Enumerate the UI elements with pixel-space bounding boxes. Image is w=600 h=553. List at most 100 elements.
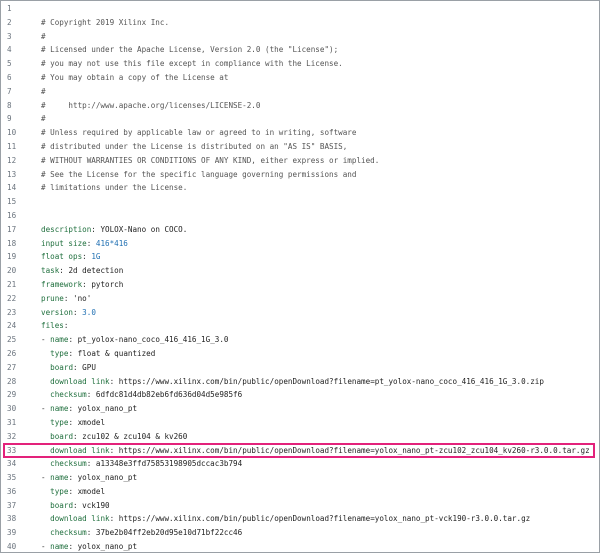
line-content: board: GPU — [41, 361, 96, 375]
code-token: 3.0 — [82, 307, 96, 317]
code-token: name — [50, 473, 69, 483]
line-content: framework: pytorch — [41, 278, 123, 292]
code-token: : — [73, 431, 83, 441]
line-content: checksum: a13348e3ffd75853198905dccac3b7… — [41, 457, 242, 471]
line-content: # — [41, 112, 46, 126]
line-content: type: xmodel — [41, 485, 105, 499]
code-token: : — [109, 376, 119, 386]
code-line: 10 # Unless required by applicable law or… — [1, 126, 599, 140]
line-number: 27 — [7, 362, 17, 372]
line-number: 38 — [7, 514, 17, 524]
code-line: 34 checksum: a13348e3ffd75853198905dccac… — [1, 457, 599, 471]
line-number: 10 — [7, 128, 17, 138]
code-line: 32 board: zcu102 & zcu104 & kv260 — [1, 430, 599, 444]
line-content: # Copyright 2019 Xilinx Inc. — [41, 16, 169, 30]
code-token: # you may not use this file except in co… — [41, 59, 343, 69]
line-content: type: xmodel — [41, 416, 105, 430]
line-content: files: — [41, 319, 68, 333]
line-number: 39 — [7, 528, 17, 538]
line-content: # Unless required by applicable law or a… — [41, 126, 356, 140]
line-content: # http://www.apache.org/licenses/LICENSE… — [41, 99, 260, 113]
code-token: 6dfdc81d4db82eb6fd636d04d5e985f6 — [95, 390, 243, 400]
code-token: : — [86, 528, 96, 538]
line-content: type: float & quantized — [41, 347, 155, 361]
code-token: # Unless required by applicable law or a… — [41, 128, 357, 138]
code-token: - — [41, 542, 51, 552]
code-line: 27 board: GPU — [1, 361, 599, 375]
line-content: # — [41, 30, 46, 44]
code-token: yolox_nano_pt — [77, 473, 138, 483]
line-content: # WITHOUT WARRANTIES OR CONDITIONS OF AN… — [41, 154, 379, 168]
line-content: download link: https://www.xilinx.com/bi… — [41, 375, 544, 389]
code-token: # WITHOUT WARRANTIES OR CONDITIONS OF AN… — [41, 155, 380, 165]
code-line: 3 # — [1, 30, 599, 44]
code-line: 39 checksum: 37be2b04ff2eb20d95e10d71bf2… — [1, 526, 599, 540]
line-content: download link: https://www.xilinx.com/bi… — [41, 512, 530, 526]
code-line: 20 task: 2d detection — [1, 264, 599, 278]
code-line: 9 # — [1, 112, 599, 126]
line-number: 32 — [7, 431, 17, 441]
code-line: 11 # distributed under the License is dis… — [1, 140, 599, 154]
code-token: : — [63, 321, 69, 331]
line-content: # Licensed under the Apache License, Ver… — [41, 43, 338, 57]
line-content: # You may obtain a copy of the License a… — [41, 71, 228, 85]
code-token: : — [73, 307, 83, 317]
line-content: prune: 'no' — [41, 292, 91, 306]
line-content: # you may not use this file except in co… — [41, 57, 343, 71]
code-token: 37be2b04ff2eb20d95e10d71bf22cc46 — [95, 528, 243, 538]
code-token: # Copyright 2019 Xilinx Inc. — [41, 17, 170, 27]
code-token: xmodel — [77, 486, 106, 496]
code-token: : — [68, 473, 78, 483]
code-line: 29 checksum: 6dfdc81d4db82eb6fd636d04d5e… — [1, 388, 599, 402]
code-line: 15 — [1, 195, 599, 209]
line-content: input size: 416*416 — [41, 237, 128, 251]
code-token: : — [68, 404, 78, 414]
code-token: https://www.xilinx.com/bin/public/openDo… — [118, 514, 531, 524]
code-token: - — [41, 473, 51, 483]
code-line: 8 # http://www.apache.org/licenses/LICENS… — [1, 99, 599, 113]
code-token: type — [50, 486, 69, 496]
code-token: zcu102 & zcu104 & kv260 — [82, 431, 188, 441]
line-number: 29 — [7, 390, 17, 400]
code-token: # — [41, 86, 46, 96]
line-number: 6 — [7, 72, 12, 82]
code-token: : — [82, 279, 92, 289]
line-content: task: 2d detection — [41, 264, 123, 278]
code-token: name — [50, 404, 69, 414]
line-content: float ops: 1G — [41, 250, 100, 264]
code-line: 28 download link: https://www.xilinx.com… — [1, 375, 599, 389]
code-token: # — [41, 31, 46, 41]
code-token: task — [41, 266, 60, 276]
code-token: checksum — [50, 528, 87, 538]
code-token: board — [50, 362, 74, 372]
code-line: 31 type: xmodel — [1, 416, 599, 430]
code-token: : — [73, 500, 83, 510]
line-number: 33 — [7, 445, 17, 455]
code-line: 35 - name: yolox_nano_pt — [1, 471, 599, 485]
code-token: # Licensed under the Apache License, Ver… — [41, 45, 339, 55]
code-token: : — [82, 252, 92, 262]
code-line: 36 type: xmodel — [1, 485, 599, 499]
line-number: 17 — [7, 224, 17, 234]
code-token: YOLOX-Nano on COCO. — [100, 224, 188, 234]
code-line: 18 input size: 416*416 — [1, 237, 599, 251]
code-token: name — [50, 335, 69, 345]
code-token: # You may obtain a copy of the License a… — [41, 72, 229, 82]
line-number: 12 — [7, 155, 17, 165]
line-number: 22 — [7, 293, 17, 303]
line-number: 5 — [7, 59, 12, 69]
line-number: 40 — [7, 542, 17, 552]
code-token: files — [41, 321, 64, 331]
line-number: 19 — [7, 252, 17, 262]
code-token: 2d detection — [68, 266, 124, 276]
code-token: : — [63, 293, 74, 303]
code-token: : — [68, 486, 78, 496]
line-number: 2 — [7, 17, 12, 27]
code-token: prune — [41, 293, 64, 303]
line-number: 7 — [7, 86, 12, 96]
